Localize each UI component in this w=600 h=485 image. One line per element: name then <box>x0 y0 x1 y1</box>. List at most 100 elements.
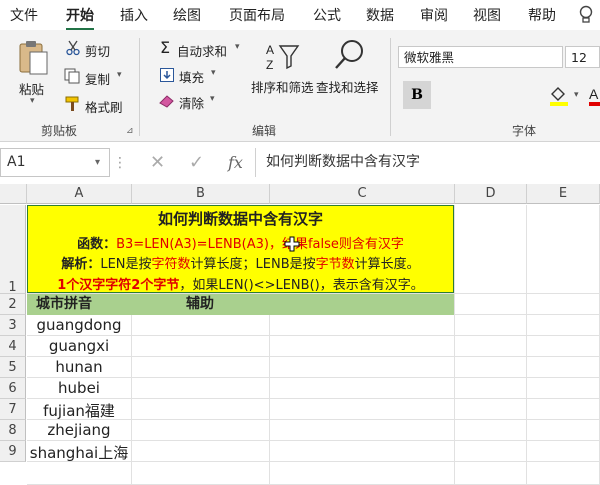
grid-cell[interactable] <box>455 420 527 441</box>
grid-cell[interactable] <box>527 205 600 294</box>
dialog-launcher-icon[interactable]: ⊿ <box>126 126 134 136</box>
font-color-icon[interactable]: A <box>589 85 600 111</box>
grid-cell[interactable] <box>527 294 600 315</box>
fill-color-icon[interactable] <box>548 85 570 111</box>
scissors-icon[interactable] <box>66 40 80 60</box>
tab-insert[interactable]: 插入 <box>120 5 148 25</box>
fill-button[interactable]: 填充 <box>179 67 204 86</box>
grid-cell[interactable] <box>455 205 527 294</box>
grid-cell[interactable] <box>132 357 270 378</box>
grid-cell[interactable] <box>455 441 527 462</box>
grid-cell[interactable] <box>132 441 270 462</box>
magnifier-icon[interactable] <box>333 38 367 76</box>
lightbulb-icon[interactable] <box>578 5 594 29</box>
grid-cell[interactable] <box>270 420 455 441</box>
grid-cell[interactable] <box>527 462 600 485</box>
grid-cell[interactable] <box>270 315 455 336</box>
row-header[interactable]: 8 <box>0 420 26 441</box>
row-header[interactable]: 6 <box>0 378 26 399</box>
grid-cell[interactable] <box>455 315 527 336</box>
grid-cell[interactable] <box>527 315 600 336</box>
grid-cell[interactable] <box>455 336 527 357</box>
column-header[interactable]: B <box>132 184 270 204</box>
tab-home[interactable]: 开始 <box>66 5 94 31</box>
format-painter-icon[interactable] <box>65 96 81 116</box>
copy-icon[interactable] <box>64 68 80 88</box>
row-header[interactable]: 9 <box>0 441 26 462</box>
chevron-down-icon[interactable]: ▾ <box>30 96 35 106</box>
find-select-button[interactable]: 查找和选择 <box>316 77 379 96</box>
name-box[interactable]: A1 <box>0 148 110 177</box>
row-header[interactable]: 1 <box>0 205 26 295</box>
fill-down-icon[interactable] <box>160 67 174 86</box>
header-helper[interactable]: 辅助 <box>186 294 214 315</box>
column-header[interactable]: D <box>455 184 527 204</box>
grid-cell[interactable] <box>527 420 600 441</box>
grid-cell[interactable] <box>132 399 270 420</box>
grid-cell[interactable] <box>270 378 455 399</box>
grid-cell[interactable] <box>132 420 270 441</box>
format-painter-button[interactable]: 格式刷 <box>85 97 123 116</box>
tab-review[interactable]: 审阅 <box>420 5 448 25</box>
city-cell[interactable]: fujian福建 <box>27 400 131 421</box>
city-cell[interactable]: guangdong <box>27 316 131 334</box>
header-city-pinyin[interactable]: 城市拼音 <box>36 294 92 315</box>
font-size-dropdown[interactable]: 12 <box>565 46 600 68</box>
row-header[interactable]: 2 <box>0 294 26 315</box>
chevron-down-icon[interactable]: ▾ <box>210 94 215 104</box>
sort-filter-button[interactable]: 排序和筛选 <box>251 77 314 96</box>
select-all-corner[interactable] <box>0 184 27 204</box>
grid-cell[interactable] <box>527 357 600 378</box>
tab-view[interactable]: 视图 <box>473 5 501 25</box>
chevron-down-icon[interactable]: ▾ <box>95 157 100 168</box>
merged-title-cell[interactable]: 如何判断数据中含有汉字 函数：B3=LEN(A3)=LENB(A3)，结果fal… <box>27 205 454 293</box>
tab-page-layout[interactable]: 页面布局 <box>229 5 285 25</box>
grid-cell[interactable] <box>527 336 600 357</box>
tab-draw[interactable]: 绘图 <box>173 5 201 25</box>
row-header[interactable]: 3 <box>0 315 26 336</box>
grid-cell[interactable] <box>455 399 527 420</box>
grid-cell[interactable] <box>455 357 527 378</box>
autosum-button[interactable]: 自动求和 <box>177 41 227 60</box>
grid-cell[interactable] <box>527 441 600 462</box>
cancel-icon[interactable]: ✕ <box>150 148 165 177</box>
row-header[interactable]: 5 <box>0 357 26 378</box>
grid-cell[interactable] <box>270 441 455 462</box>
tab-help[interactable]: 帮助 <box>528 5 556 25</box>
grid-cell[interactable] <box>132 336 270 357</box>
enter-icon[interactable]: ✓ <box>189 148 204 177</box>
grid-cell[interactable] <box>132 315 270 336</box>
grid-cell[interactable] <box>527 378 600 399</box>
row-header[interactable]: 4 <box>0 336 26 357</box>
sort-filter-icon[interactable]: AZ <box>266 42 300 76</box>
city-cell[interactable]: zhejiang <box>27 421 131 439</box>
tab-file[interactable]: 文件 <box>10 5 38 25</box>
city-cell[interactable]: guangxi <box>27 337 131 355</box>
grid-cell[interactable] <box>132 462 270 485</box>
tab-data[interactable]: 数据 <box>366 5 394 25</box>
clear-button[interactable]: 清除 <box>179 93 204 112</box>
grid-cell[interactable] <box>527 399 600 420</box>
font-name-dropdown[interactable]: 微软雅黑 <box>398 46 563 68</box>
cut-button[interactable]: 剪切 <box>85 41 110 60</box>
city-cell[interactable]: shanghai上海 <box>27 442 131 463</box>
row-header[interactable]: 7 <box>0 399 26 420</box>
grid-cell[interactable] <box>270 357 455 378</box>
column-header[interactable]: E <box>527 184 600 204</box>
eraser-icon[interactable] <box>159 93 175 112</box>
grid-cell[interactable] <box>132 378 270 399</box>
tab-formulas[interactable]: 公式 <box>313 5 341 25</box>
chevron-down-icon[interactable]: ▾ <box>211 68 216 78</box>
copy-button[interactable]: 复制 <box>85 69 110 88</box>
formula-input[interactable]: 如何判断数据中含有汉字 <box>255 148 600 177</box>
grid-cell[interactable] <box>27 462 132 485</box>
grid-cell[interactable] <box>455 378 527 399</box>
clipboard-icon[interactable] <box>17 40 49 80</box>
grid-cell[interactable] <box>455 462 527 485</box>
grid-cell[interactable] <box>270 399 455 420</box>
bold-button[interactable]: B <box>403 81 431 109</box>
grid-cell[interactable] <box>270 462 455 485</box>
function-icon[interactable]: fx <box>228 148 243 177</box>
city-cell[interactable]: hubei <box>27 379 131 397</box>
chevron-down-icon[interactable]: ▾ <box>235 42 240 52</box>
